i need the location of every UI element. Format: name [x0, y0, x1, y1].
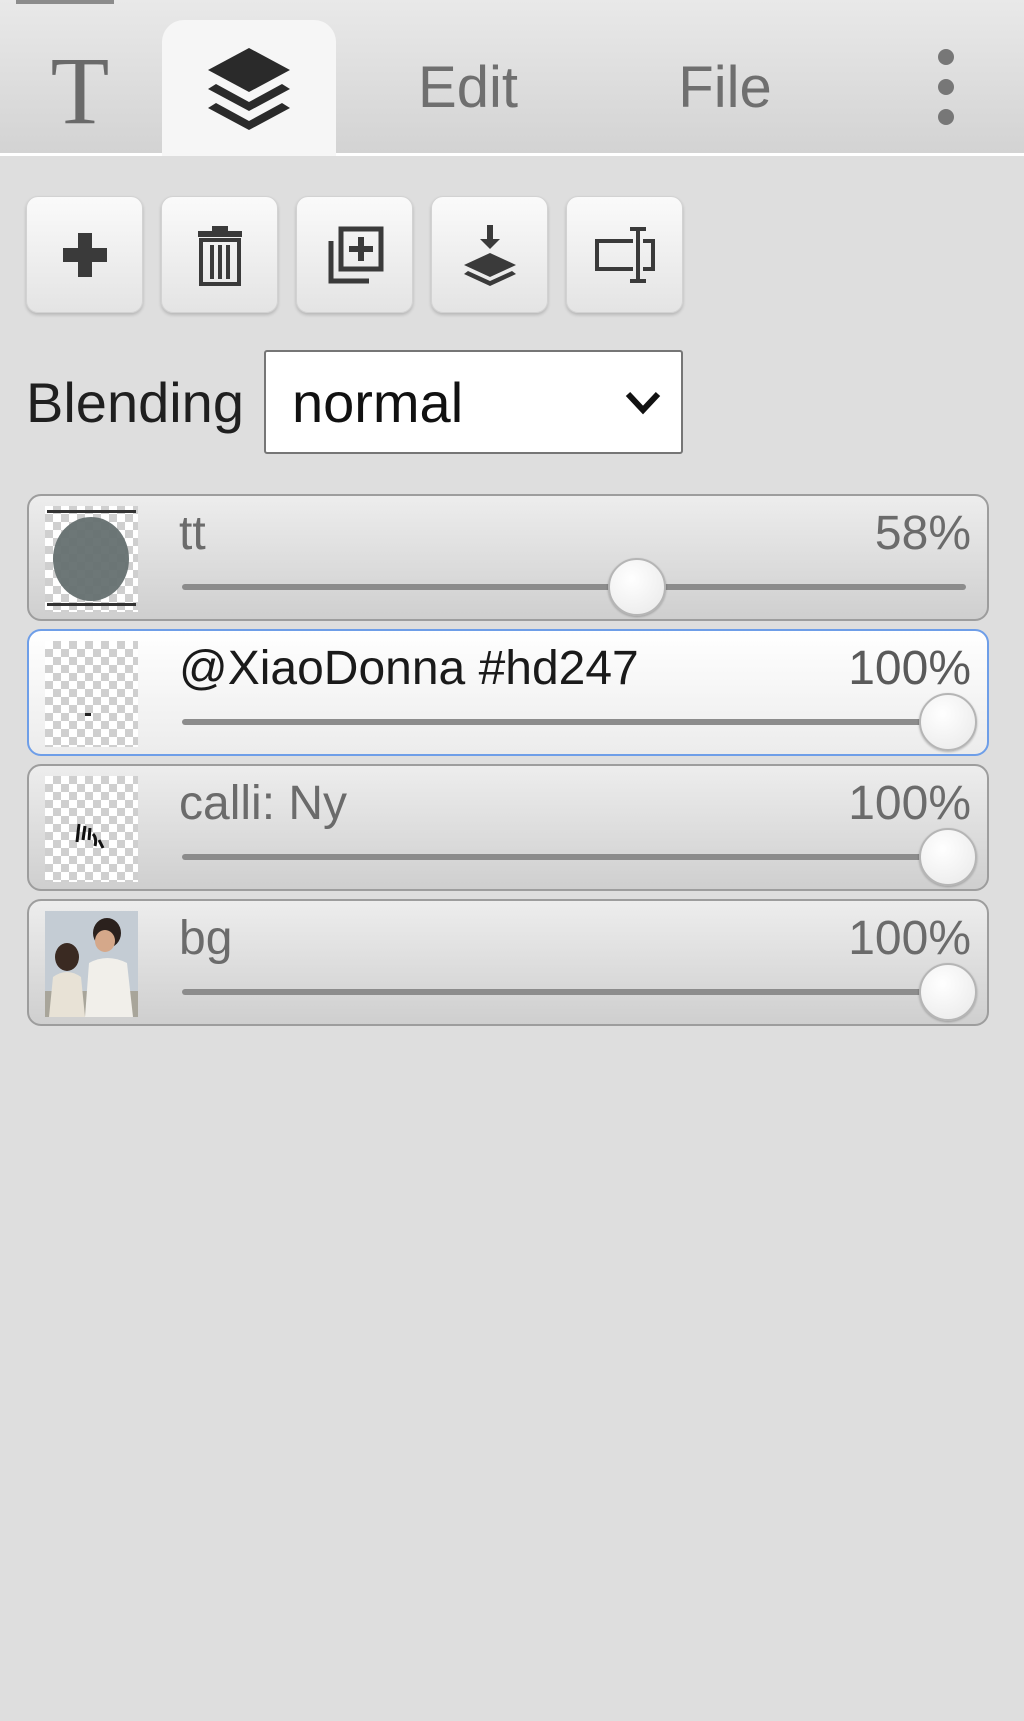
tab-edit[interactable]: Edit — [400, 20, 536, 154]
layer-row-xiaodonna[interactable]: @XiaoDonna #hd247 100% — [27, 629, 989, 756]
duplicate-icon — [328, 226, 383, 283]
photo-thumbnail-icon — [45, 911, 138, 1017]
layer-thumbnail — [45, 776, 138, 882]
blending-value: normal — [291, 370, 464, 434]
tab-file-label: File — [678, 54, 772, 120]
layer-thumbnail — [45, 506, 138, 612]
layer-name: calli: Ny — [179, 777, 348, 830]
opacity-slider-handle[interactable] — [607, 558, 666, 616]
layers-list: tt 58% @XiaoDonna #hd247 100% calli: Ny — [27, 494, 989, 1034]
text-icon: T — [50, 37, 110, 144]
layer-opacity-value: 58% — [874, 507, 971, 560]
layer-thumbnail — [45, 641, 138, 747]
delete-layer-button[interactable] — [161, 196, 278, 313]
layers-panel: T Edit File Blending normal tt 58% @Xiao… — [0, 0, 1024, 1721]
tab-bar: T Edit File — [0, 0, 1024, 156]
opacity-slider-track[interactable] — [182, 989, 966, 995]
tab-layers[interactable] — [162, 20, 336, 156]
opacity-slider-handle[interactable] — [919, 963, 977, 1021]
layer-opacity-value: 100% — [848, 912, 971, 965]
layer-row-calli[interactable]: calli: Ny 100% — [27, 764, 989, 891]
top-edge-stub — [16, 0, 114, 4]
opacity-slider-track[interactable] — [182, 719, 966, 725]
add-layer-button[interactable] — [26, 196, 143, 313]
trash-icon — [197, 225, 242, 286]
duplicate-layer-button[interactable] — [296, 196, 413, 313]
blending-row: Blending normal — [26, 350, 683, 454]
rename-layer-button[interactable] — [566, 196, 683, 313]
tab-file[interactable]: File — [660, 20, 790, 154]
ellipse-thumbnail-icon — [47, 510, 136, 606]
blending-select[interactable]: normal — [263, 350, 683, 454]
layer-opacity-value: 100% — [848, 642, 971, 695]
opacity-slider-handle[interactable] — [919, 693, 977, 751]
opacity-slider-track[interactable] — [182, 584, 966, 590]
chevron-down-icon — [625, 391, 661, 415]
opacity-slider-handle[interactable] — [919, 828, 977, 886]
text-thumbnail-icon — [85, 713, 91, 716]
layer-toolbar — [26, 196, 683, 314]
layer-name: bg — [179, 912, 233, 965]
blending-label: Blending — [26, 370, 244, 434]
tab-text[interactable]: T — [30, 20, 130, 154]
add-icon — [62, 232, 107, 277]
more-menu-button[interactable] — [910, 20, 982, 154]
merge-down-icon — [463, 224, 516, 286]
kebab-menu-icon — [938, 49, 954, 125]
merge-down-button[interactable] — [431, 196, 548, 313]
layer-row-bg[interactable]: bg 100% — [27, 899, 989, 1026]
calligraphy-thumbnail-icon — [75, 823, 105, 849]
layer-opacity-value: 100% — [848, 777, 971, 830]
layer-thumbnail — [45, 911, 138, 1017]
text-cursor-icon — [594, 226, 655, 283]
layers-icon — [208, 48, 290, 130]
layer-name: @XiaoDonna #hd247 — [179, 642, 639, 695]
layer-name: tt — [179, 507, 206, 560]
opacity-slider-track[interactable] — [182, 854, 966, 860]
tab-edit-label: Edit — [418, 54, 518, 120]
layer-row-tt[interactable]: tt 58% — [27, 494, 989, 621]
